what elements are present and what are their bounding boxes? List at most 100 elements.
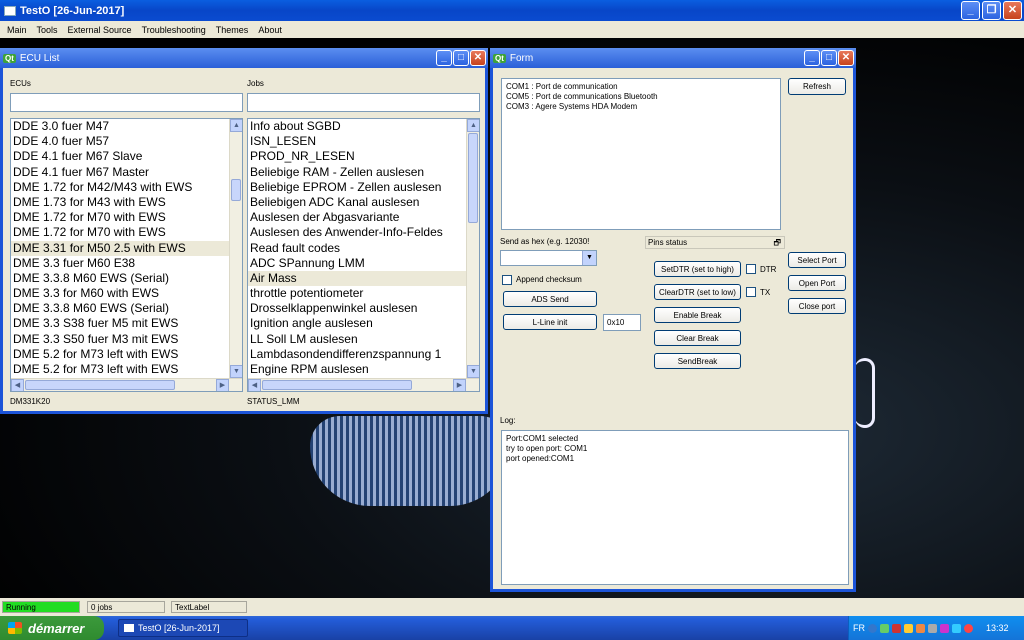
float-icon[interactable]: 🗗 bbox=[773, 237, 781, 251]
language-indicator[interactable]: FR bbox=[853, 623, 865, 633]
volume-icon[interactable] bbox=[928, 623, 937, 633]
ports-list[interactable]: COM1 : Port de communication COM5 : Port… bbox=[501, 78, 781, 230]
ecu-list-item[interactable]: DME 3.3 S50 fuer M3 mit EWS bbox=[11, 332, 242, 347]
ecu-list-item[interactable]: DDE 4.0 fuer M57 bbox=[11, 134, 242, 149]
enable-break-button[interactable]: Enable Break bbox=[654, 307, 741, 323]
lline-init-button[interactable]: L-Line init bbox=[503, 314, 597, 330]
close-port-button[interactable]: Close port bbox=[788, 298, 846, 314]
job-list-item[interactable]: PROD_NR_LESEN bbox=[248, 149, 479, 164]
scroll-right-icon[interactable]: ▶ bbox=[216, 379, 229, 391]
jobs-listbox[interactable]: Info about SGBD ISN_LESEN PROD_NR_LESEN Bel… bbox=[247, 118, 480, 392]
ecu-list-item[interactable]: DDE 4.1 fuer M67 Slave bbox=[11, 149, 242, 164]
device-icon[interactable] bbox=[940, 623, 949, 633]
scroll-left-icon[interactable]: ◀ bbox=[248, 379, 261, 391]
bluetooth-icon[interactable] bbox=[880, 623, 889, 633]
app-tray-icon[interactable] bbox=[916, 623, 925, 633]
ecu-maximize-button[interactable]: □ bbox=[453, 50, 469, 66]
ecu-list-item[interactable]: DME 3.3 for M60 with EWS bbox=[11, 286, 242, 301]
ecu-list-item[interactable]: DME 3.31 for M50 2.5 with EWS bbox=[11, 240, 242, 256]
job-list-item[interactable]: Beliebige RAM - Zellen auslesen bbox=[248, 165, 479, 180]
close-button[interactable]: ✕ bbox=[1003, 1, 1022, 20]
menu-about[interactable]: About bbox=[253, 25, 287, 35]
menu-tools[interactable]: Tools bbox=[32, 25, 63, 35]
open-port-button[interactable]: Open Port bbox=[788, 275, 846, 291]
cleardtr-button[interactable]: ClearDTR (set to low) bbox=[654, 284, 741, 300]
menu-external-source[interactable]: External Source bbox=[63, 25, 137, 35]
job-list-item[interactable]: ISN_LESEN bbox=[248, 134, 479, 149]
main-titlebar[interactable]: TestO [26-Jun-2017] _ ❐ ✕ bbox=[0, 0, 1024, 21]
job-list-item[interactable]: Auslesen des Anwender-Info-Feldes bbox=[248, 225, 479, 240]
scroll-right-icon[interactable]: ▶ bbox=[453, 379, 466, 391]
ecu-list-item[interactable]: DME 3.3.8 M60 EWS (Serial) bbox=[11, 271, 242, 286]
job-list-item[interactable]: Beliebige EPROM - Zellen auslesen bbox=[248, 180, 479, 195]
port-item[interactable]: COM5 : Port de communications Bluetooth bbox=[506, 92, 776, 102]
job-list-item[interactable]: ADC SPannung LMM bbox=[248, 256, 479, 271]
ecu-list-item[interactable]: DME 3.3 S38 fuer M5 mit EWS bbox=[11, 316, 242, 331]
form-maximize-button[interactable]: □ bbox=[821, 50, 837, 66]
scroll-thumb[interactable] bbox=[25, 380, 175, 390]
update-icon[interactable] bbox=[904, 623, 913, 633]
ecu-list-item[interactable]: DME 3.3.8 M60 EWS (Serial) bbox=[11, 301, 242, 316]
send-break-button[interactable]: SendBreak bbox=[654, 353, 741, 369]
ecu-close-button[interactable]: ✕ bbox=[470, 50, 486, 66]
job-list-item[interactable]: Ignition angle auslesen bbox=[248, 316, 479, 331]
form-close-button[interactable]: ✕ bbox=[838, 50, 854, 66]
refresh-button[interactable]: Refresh bbox=[788, 78, 846, 95]
scroll-up-icon[interactable]: ▲ bbox=[230, 119, 242, 132]
minimize-button[interactable]: _ bbox=[961, 1, 980, 20]
tx-checkbox[interactable] bbox=[746, 287, 756, 297]
scroll-thumb[interactable] bbox=[262, 380, 412, 390]
ecu-list-item[interactable]: DME 1.72 for M42/M43 with EWS bbox=[11, 180, 242, 195]
job-list-item[interactable]: Auslesen der Abgasvariante bbox=[248, 210, 479, 225]
ecu-list-item[interactable]: DME 1.72 for M70 with EWS bbox=[11, 210, 242, 225]
clear-break-button[interactable]: Clear Break bbox=[654, 330, 741, 346]
maximize-button[interactable]: ❐ bbox=[982, 1, 1001, 20]
ads-send-button[interactable]: ADS Send bbox=[503, 291, 597, 307]
scroll-down-icon[interactable]: ▼ bbox=[467, 365, 479, 378]
ecu-list-item[interactable]: DME 3.3 fuer M60 E38 bbox=[11, 256, 242, 271]
ecus-filter-input[interactable] bbox=[10, 93, 243, 112]
menu-main[interactable]: Main bbox=[2, 25, 32, 35]
job-list-item[interactable]: Engine RPM auslesen bbox=[248, 362, 479, 377]
taskbar-item-testo[interactable]: TestO [26-Jun-2017] bbox=[118, 619, 248, 637]
ecu-minimize-button[interactable]: _ bbox=[436, 50, 452, 66]
scroll-thumb[interactable] bbox=[468, 133, 478, 223]
log-textarea[interactable]: Port:COM1 selected try to open port: COM… bbox=[501, 430, 849, 585]
ecu-list-item[interactable]: DME 1.72 for M70 with EWS bbox=[11, 225, 242, 240]
lline-value-input[interactable]: 0x10 bbox=[603, 314, 641, 331]
form-minimize-button[interactable]: _ bbox=[804, 50, 820, 66]
alert-icon[interactable] bbox=[964, 623, 973, 633]
start-button[interactable]: démarrer bbox=[0, 616, 104, 640]
job-list-item[interactable]: Beliebigen ADC Kanal auslesen bbox=[248, 195, 479, 210]
ecus-hscrollbar[interactable]: ◀ ▶ bbox=[11, 378, 242, 391]
jobs-hscrollbar[interactable]: ◀ ▶ bbox=[248, 378, 479, 391]
port-item[interactable]: COM3 : Agere Systems HDA Modem bbox=[506, 102, 776, 112]
job-list-item[interactable]: Air Mass bbox=[248, 270, 479, 287]
ecu-list-item[interactable]: DME 5.2 for M73 left with EWS bbox=[11, 362, 242, 377]
job-list-item[interactable]: Drosselklappenwinkel auslesen bbox=[248, 301, 479, 316]
send-hex-combobox[interactable]: ▼ bbox=[500, 250, 597, 266]
chevron-down-icon[interactable]: ▼ bbox=[582, 251, 596, 265]
scroll-thumb[interactable] bbox=[231, 179, 241, 201]
jobs-filter-input[interactable] bbox=[247, 93, 480, 112]
ecu-list-item[interactable]: DME 1.73 for M43 with EWS bbox=[11, 195, 242, 210]
job-list-item[interactable]: Read fault codes bbox=[248, 241, 479, 256]
ecu-list-titlebar[interactable]: Qt ECU List _ □ ✕ bbox=[0, 48, 488, 68]
ecu-list-item[interactable]: DDE 3.0 fuer M47 bbox=[11, 119, 242, 134]
select-port-button[interactable]: Select Port bbox=[788, 252, 846, 268]
job-list-item[interactable]: Info about SGBD bbox=[248, 119, 479, 134]
dtr-checkbox[interactable] bbox=[746, 264, 756, 274]
ecu-list-item[interactable]: DME 5.2 for M73 left with EWS bbox=[11, 347, 242, 362]
job-list-item[interactable]: Lambdasondendifferenzspannung 1 bbox=[248, 347, 479, 362]
menu-themes[interactable]: Themes bbox=[211, 25, 254, 35]
security-icon[interactable] bbox=[892, 623, 901, 633]
ecu-list-item[interactable]: DDE 4.1 fuer M67 Master bbox=[11, 165, 242, 180]
scroll-down-icon[interactable]: ▼ bbox=[230, 365, 242, 378]
setdtr-button[interactable]: SetDTR (set to high) bbox=[654, 261, 741, 277]
append-checksum-checkbox[interactable] bbox=[502, 275, 512, 285]
scroll-left-icon[interactable]: ◀ bbox=[11, 379, 24, 391]
ecus-listbox[interactable]: DDE 3.0 fuer M47 DDE 4.0 fuer M57 DDE 4.1 … bbox=[10, 118, 243, 392]
job-list-item[interactable]: LL Soll LM auslesen bbox=[248, 332, 479, 347]
port-item[interactable]: COM1 : Port de communication bbox=[506, 82, 776, 92]
scroll-up-icon[interactable]: ▲ bbox=[467, 119, 479, 132]
